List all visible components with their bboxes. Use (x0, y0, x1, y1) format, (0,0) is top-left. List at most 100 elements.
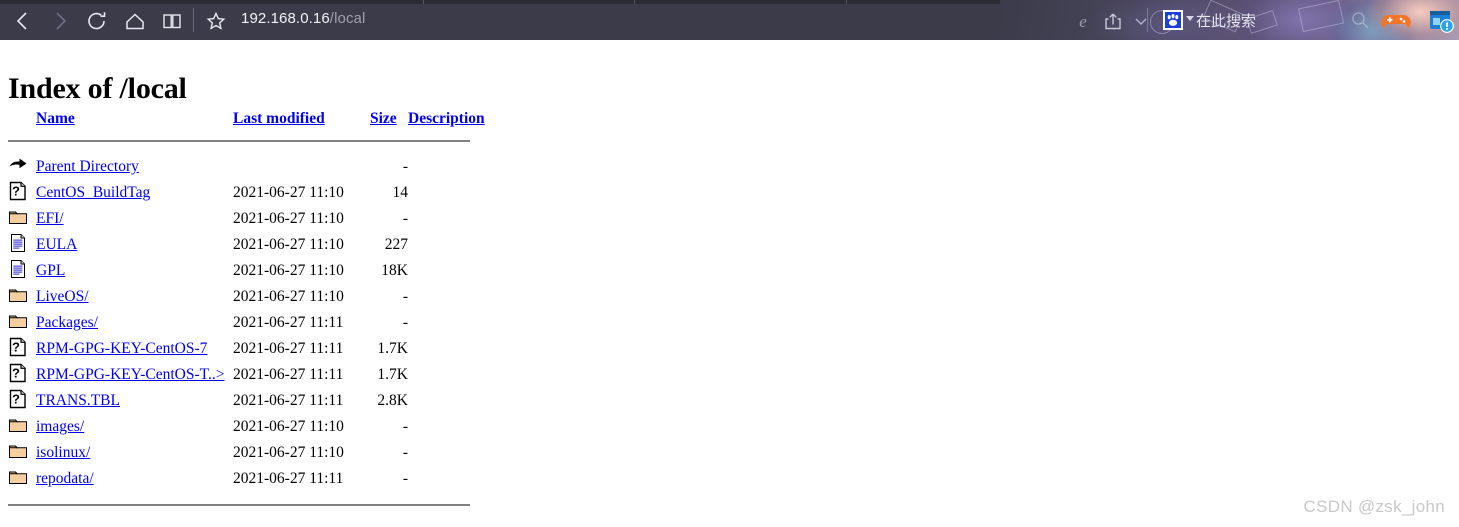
table-row: ? CentOS_BuildTag 2021-06-27 11:10 14 (8, 180, 485, 206)
sort-by-size-link[interactable]: Size (370, 110, 397, 127)
sort-by-date-link[interactable]: Last modified (233, 110, 325, 127)
forward-button[interactable] (47, 8, 73, 34)
row-icon-cell: ? (8, 362, 36, 388)
search-icon (1350, 10, 1370, 30)
row-description-cell (408, 336, 485, 362)
folder-icon (8, 415, 36, 440)
table-row: ? RPM-GPG-KEY-CentOS-7 2021-06-27 11:11 1.7… (8, 336, 485, 362)
unknown-file-icon: ? (8, 337, 36, 362)
column-last-modified: Last modified (233, 106, 370, 128)
row-description-cell (408, 362, 485, 388)
table-row: GPL 2021-06-27 11:10 18K (8, 258, 485, 284)
file-link[interactable]: RPM-GPG-KEY-CentOS-T..> (36, 366, 224, 383)
table-header-row: Name Last modified Size Description (8, 106, 485, 128)
row-description-cell (408, 180, 485, 206)
row-name-cell: images/ (36, 414, 233, 440)
row-size-cell: 14 (392, 184, 409, 201)
sort-by-description-link[interactable]: Description (408, 110, 485, 127)
row-last-modified-cell: 2021-06-27 11:10 (233, 444, 344, 461)
back-button[interactable] (10, 8, 36, 34)
address-bar[interactable]: 192.168.0.16/local (241, 10, 365, 27)
more-chevron-icon[interactable] (1128, 8, 1154, 34)
folder-icon (8, 441, 36, 466)
file-link[interactable]: GPL (36, 262, 65, 279)
refresh-button[interactable] (84, 8, 110, 34)
row-description-cell (408, 206, 485, 232)
reading-view-icon[interactable] (159, 8, 185, 34)
table-body: Parent Directory -? CentOS_BuildTag 2021-06… (8, 154, 485, 492)
row-last-modified-cell: 2021-06-27 11:11 (233, 340, 344, 357)
horizontal-rule (8, 140, 470, 142)
row-size-cell: 2.8K (377, 392, 408, 409)
row-name-cell: LiveOS/ (36, 284, 233, 310)
file-link[interactable]: Parent Directory (36, 158, 139, 175)
horizontal-rule (8, 504, 470, 506)
baidu-paw-icon[interactable] (1163, 10, 1183, 30)
row-size-cell: 1.7K (377, 340, 408, 357)
app-alert-icon[interactable] (1428, 8, 1454, 34)
row-icon-cell (8, 154, 36, 180)
row-icon-cell: ? (8, 388, 36, 414)
footer-rule-cell (8, 492, 485, 518)
svg-text:?: ? (12, 365, 20, 380)
row-last-modified-cell: 2021-06-27 11:11 (233, 314, 344, 331)
row-last-modified-cell: 2021-06-27 11:10 (233, 236, 344, 253)
row-size-cell: 1.7K (377, 366, 408, 383)
row-last-modified-cell (233, 154, 370, 180)
header-rule-row (8, 128, 485, 154)
gamepad-icon[interactable] (1381, 12, 1411, 30)
share-icon[interactable] (1100, 8, 1126, 34)
row-last-modified-cell: 2021-06-27 11:10 (233, 184, 344, 201)
file-link[interactable]: EFI/ (36, 210, 64, 227)
row-icon-cell (8, 310, 36, 336)
home-button[interactable] (122, 8, 148, 34)
row-name-cell: TRANS.TBL (36, 388, 233, 414)
row-last-modified-cell: 2021-06-27 11:10 (233, 210, 344, 227)
row-description-cell (408, 388, 485, 414)
column-size: Size (370, 106, 408, 128)
row-icon-cell (8, 466, 36, 492)
file-link[interactable]: LiveOS/ (36, 288, 89, 305)
directory-listing-page: Index of /local Name Last modified Size … (0, 40, 1459, 527)
row-icon-cell (8, 232, 36, 258)
sort-by-name-link[interactable]: Name (36, 110, 75, 127)
folder-icon (8, 467, 36, 492)
row-last-modified-cell: 2021-06-27 11:10 (233, 288, 344, 305)
row-icon-cell (8, 440, 36, 466)
table-row: Parent Directory - (8, 154, 485, 180)
watermark: CSDN @zsk_john (1303, 497, 1445, 516)
row-description-cell (408, 284, 485, 310)
row-last-modified-cell: 2021-06-27 11:10 (233, 262, 344, 279)
row-size-cell: 227 (384, 236, 408, 253)
file-link[interactable]: Packages/ (36, 314, 98, 331)
parent-directory-icon (8, 155, 36, 180)
internet-explorer-icon[interactable]: e (1070, 8, 1096, 34)
row-icon-cell (8, 414, 36, 440)
row-last-modified-cell: 2021-06-27 11:11 (233, 470, 344, 487)
file-link[interactable]: TRANS.TBL (36, 392, 120, 409)
row-icon-cell (8, 206, 36, 232)
header-rule-cell (8, 128, 485, 154)
row-icon-cell (8, 284, 36, 310)
file-link[interactable]: isolinux/ (36, 444, 90, 461)
file-link[interactable]: repodata/ (36, 470, 94, 487)
row-description-cell (408, 466, 485, 492)
file-link[interactable]: images/ (36, 418, 84, 435)
chevron-down-icon[interactable] (1186, 16, 1194, 21)
svg-text:?: ? (12, 391, 20, 406)
file-link[interactable]: RPM-GPG-KEY-CentOS-7 (36, 340, 207, 357)
search-input[interactable]: 在此搜索 (1196, 10, 1256, 31)
row-description-cell (408, 310, 485, 336)
row-size-cell: - (402, 210, 408, 227)
row-name-cell: EULA (36, 232, 233, 258)
tab-separator (634, 0, 635, 4)
row-size-cell: - (402, 314, 408, 331)
file-link[interactable]: EULA (36, 236, 77, 253)
row-last-modified-cell: 2021-06-27 11:11 (233, 366, 344, 383)
favorites-star-icon[interactable] (203, 8, 229, 34)
file-link[interactable]: CentOS_BuildTag (36, 184, 150, 201)
row-size-cell: - (402, 470, 408, 487)
chrome-divider (193, 8, 194, 32)
svg-text:?: ? (12, 339, 20, 354)
row-size-cell: - (402, 444, 408, 461)
